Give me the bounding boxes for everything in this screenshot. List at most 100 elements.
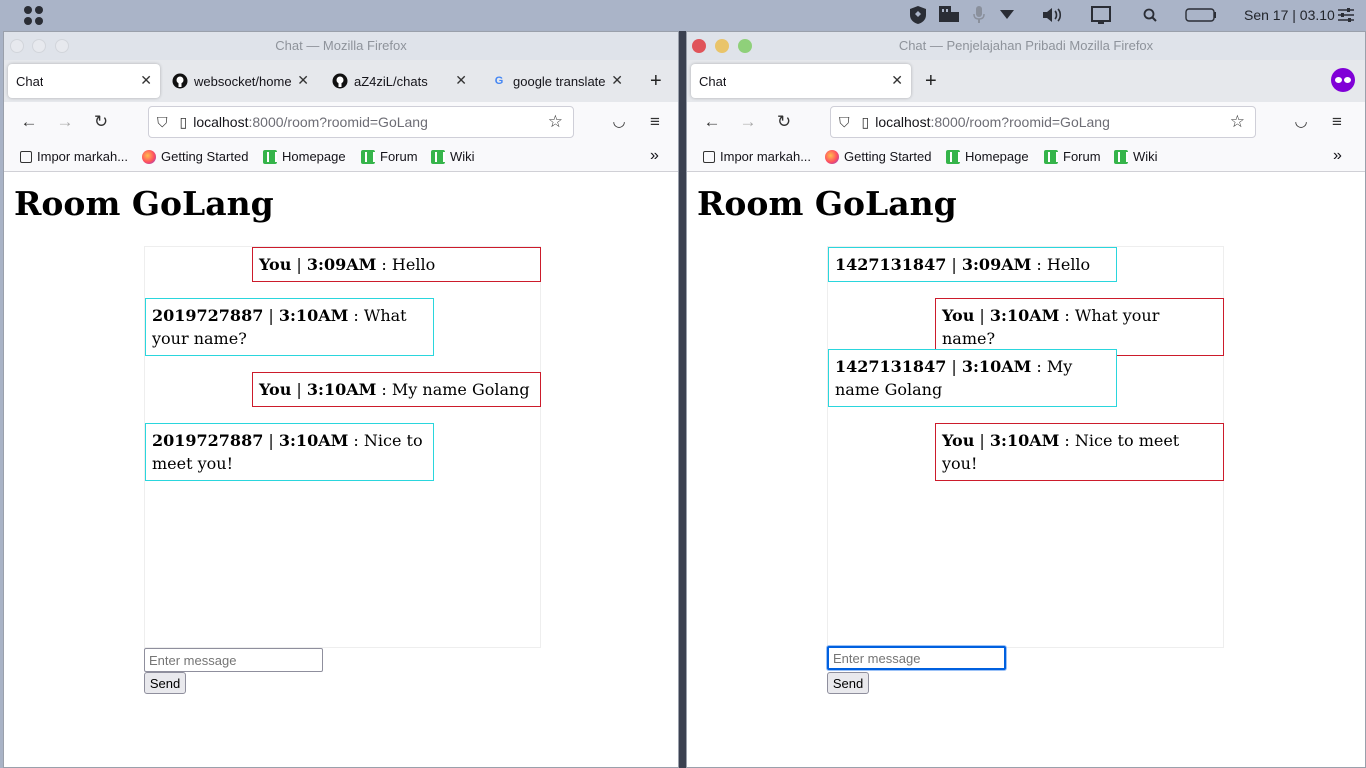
reload-icon[interactable]: ↻ [90,112,112,132]
title-bar[interactable]: Chat — Mozilla Firefox [4,32,678,60]
tab-websocket[interactable]: websocket/home ✕ [172,64,317,98]
back-icon[interactable]: ← [18,112,40,132]
close-tab-icon[interactable]: ✕ [297,72,309,89]
tab-label: Chat [16,73,44,89]
message-time: 3:09AM [961,255,1032,274]
bookmark-import[interactable]: Impor markah... [703,149,811,164]
message-sender: You [259,255,292,274]
message-time: 3:10AM [989,306,1060,325]
bookmark-star-icon[interactable]: ☆ [1230,112,1245,132]
tab-google-translate[interactable]: G google translate ✕ [491,64,631,98]
bookmark-label: Impor markah... [720,149,812,164]
url-host: localhost [875,114,931,130]
menu-icon[interactable]: ≡ [1326,112,1348,132]
more-bookmarks-icon[interactable]: » [650,147,659,165]
close-tab-icon[interactable]: ✕ [140,72,152,89]
left-browser-window: Chat — Mozilla Firefox Chat ✕ websocket/… [3,31,679,768]
page-title: Room GoLang [697,184,957,223]
message-time: 3:10AM [961,357,1032,376]
message-time: 3:10AM [278,306,349,325]
network-icon[interactable] [938,4,960,26]
battery-icon[interactable] [1184,4,1218,26]
search-icon[interactable] [1140,4,1160,26]
close-tab-icon[interactable]: ✕ [455,72,467,89]
top-panel: Sen 17 | 03.10 [0,0,1366,30]
github-icon [172,73,188,89]
page-content: Room GoLang You | 3:09AM : Hello 2019727… [4,172,678,767]
bookmark-homepage[interactable]: Homepage [263,149,346,164]
close-tab-icon[interactable]: ✕ [891,72,903,89]
message-item: 1427131847 | 3:10AM : My name Golang [828,349,1117,407]
shield-icon[interactable]: ⛉ [839,114,850,131]
message-time: 3:09AM [306,255,377,274]
message-input[interactable] [827,646,1006,670]
right-browser-window: Chat — Penjelajahan Pribadi Mozilla Fire… [686,31,1366,768]
message-item: You | 3:10AM : What your name? [935,298,1224,356]
dropdown-icon[interactable] [997,4,1017,26]
forward-icon[interactable]: → [737,112,759,132]
menu-icon[interactable]: ≡ [644,112,666,132]
pocket-icon[interactable]: ◡ [608,112,630,130]
github-icon [332,73,348,89]
bookmark-star-icon[interactable]: ☆ [548,112,563,132]
tab-chat[interactable]: Chat ✕ [691,64,911,98]
back-icon[interactable]: ← [701,112,723,132]
shield-icon[interactable]: ⛉ [157,114,168,131]
tab-chat[interactable]: Chat ✕ [8,64,160,98]
chat-box[interactable]: 1427131847 | 3:09AM : Hello You | 3:10AM… [827,246,1224,648]
close-tab-icon[interactable]: ✕ [611,72,623,89]
shield-icon[interactable] [908,4,928,26]
send-button[interactable]: Send [827,672,869,694]
message-time: 3:10AM [989,431,1060,450]
tab-chats-repo[interactable]: aZ4ziL/chats ✕ [332,64,475,98]
message-sender: You [259,380,292,399]
bookmark-label: Forum [380,149,418,164]
url-bar[interactable]: ⛉ ▯ localhost:8000/room?roomid=GoLang ☆ [148,106,574,138]
pocket-icon[interactable]: ◡ [1290,112,1312,130]
new-tab-icon[interactable]: + [925,70,937,93]
url-host: localhost [193,114,249,130]
window-title: Chat — Penjelajahan Pribadi Mozilla Fire… [898,38,1154,53]
bookmark-label: Getting Started [161,149,249,164]
new-tab-icon[interactable]: + [650,70,662,93]
bookmarks-bar: Impor markah... Getting Started Homepage… [4,142,678,172]
bookmark-import[interactable]: Impor markah... [20,149,128,164]
message-text: Hello [1046,255,1091,274]
chat-box[interactable]: You | 3:09AM : Hello 2019727887 | 3:10AM… [144,246,541,648]
bookmark-getting-started[interactable]: Getting Started [142,149,248,164]
bookmark-getting-started[interactable]: Getting Started [825,149,931,164]
bookmark-forum[interactable]: Forum [1044,149,1101,164]
send-button[interactable]: Send [144,672,186,694]
bookmarks-bar: Impor markah... Getting Started Homepage… [687,142,1365,172]
volume-icon[interactable] [1042,4,1064,26]
message-time: 3:10AM [278,431,349,450]
message-item: You | 3:10AM : Nice to meet you! [935,423,1224,481]
apps-grid-icon[interactable] [24,6,44,26]
bookmark-label: Forum [1063,149,1101,164]
bookmark-homepage[interactable]: Homepage [946,149,1029,164]
url-bar[interactable]: ⛉ ▯ localhost:8000/room?roomid=GoLang ☆ [830,106,1256,138]
bookmark-label: Homepage [965,149,1029,164]
message-text: Hello [391,255,436,274]
microphone-icon[interactable] [969,4,989,26]
bookmark-label: Getting Started [844,149,932,164]
message-item: 2019727887 | 3:10AM : Nice to meet you! [145,423,434,481]
forward-icon[interactable]: → [54,112,76,132]
message-input[interactable] [144,648,323,672]
title-bar[interactable]: Chat — Penjelajahan Pribadi Mozilla Fire… [687,32,1365,60]
message-sender: 1427131847 [835,357,947,376]
message-sender: 2019727887 [152,306,264,325]
bookmark-forum[interactable]: Forum [361,149,418,164]
page-content: Room GoLang 1427131847 | 3:09AM : Hello … [687,172,1365,767]
bookmark-wiki[interactable]: Wiki [431,149,475,164]
window-icon[interactable] [1090,4,1112,26]
more-bookmarks-icon[interactable]: » [1333,147,1342,165]
settings-icon[interactable] [1336,4,1356,26]
message-text: Nice to meet you! [942,431,1180,473]
clock[interactable]: Sen 17 | 03.10 [1244,7,1335,23]
message-item: You | 3:10AM : My name Golang [252,372,541,407]
import-icon [703,150,715,163]
url-path: :8000/room?roomid=GoLang [248,114,428,130]
bookmark-wiki[interactable]: Wiki [1114,149,1158,164]
reload-icon[interactable]: ↻ [773,112,795,132]
